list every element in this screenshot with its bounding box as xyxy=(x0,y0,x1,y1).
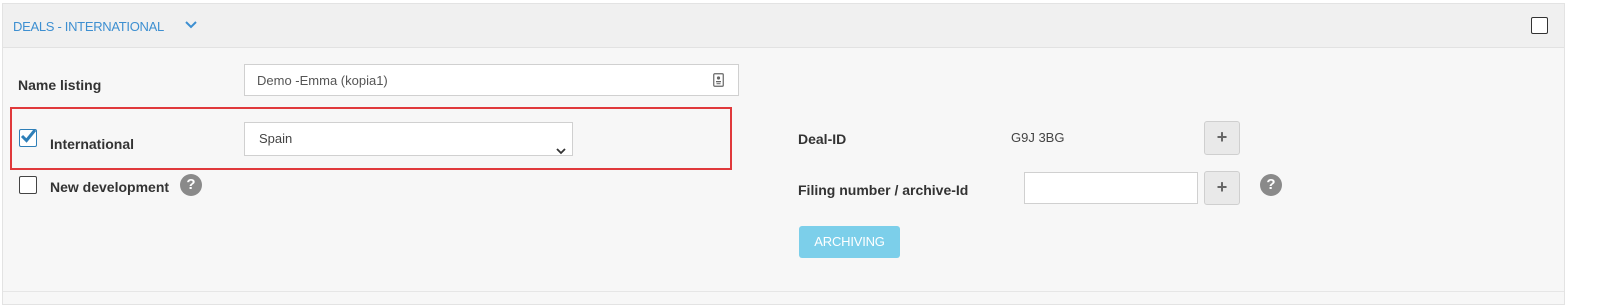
filing-number-label: Filing number / archive-Id xyxy=(798,182,969,198)
international-label: International xyxy=(50,136,135,152)
deal-id-add-button[interactable]: + xyxy=(1204,121,1240,155)
country-select-value: Spain xyxy=(259,131,293,146)
name-listing-label: Name listing xyxy=(18,77,102,93)
section-select-checkbox[interactable] xyxy=(1531,17,1548,34)
deal-id-label: Deal-ID xyxy=(798,131,847,147)
international-checkbox[interactable] xyxy=(19,129,37,147)
question-circle-icon[interactable]: ? xyxy=(1260,174,1282,196)
contact-card-icon[interactable] xyxy=(713,73,724,87)
country-select[interactable]: Spain xyxy=(244,122,573,156)
name-listing-input[interactable] xyxy=(244,64,739,96)
panel-divider xyxy=(3,291,1564,292)
plus-icon: + xyxy=(1216,177,1228,197)
question-circle-icon[interactable]: ? xyxy=(180,174,202,196)
deals-international-panel: DEALS - INTERNATIONAL Name listing Inter… xyxy=(2,3,1565,305)
deal-id-value: G9J 3BG xyxy=(1011,130,1065,145)
filing-number-add-button[interactable]: + xyxy=(1204,171,1240,205)
chevron-down-icon[interactable] xyxy=(184,18,198,30)
chevron-down-icon xyxy=(556,135,566,155)
panel-title[interactable]: DEALS - INTERNATIONAL xyxy=(13,19,164,34)
new-development-checkbox[interactable] xyxy=(19,176,37,194)
filing-number-input[interactable] xyxy=(1024,172,1198,204)
archiving-button[interactable]: ARCHIVING xyxy=(799,226,900,258)
plus-icon: + xyxy=(1216,127,1228,147)
panel-header[interactable]: DEALS - INTERNATIONAL xyxy=(3,4,1564,48)
new-development-label: New development xyxy=(50,179,170,195)
